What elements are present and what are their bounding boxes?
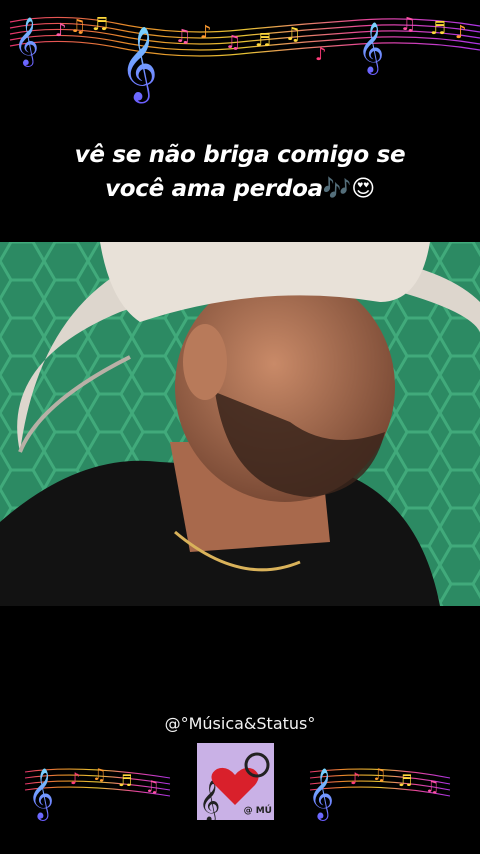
svg-text:♬: ♬ <box>92 14 108 35</box>
svg-text:♪: ♪ <box>70 769 80 788</box>
svg-text:♫: ♫ <box>425 777 439 796</box>
top-music-staff-decoration: 𝄞 𝄞 𝄞 ♪ ♫ ♬ ♫ ♪ ♫ ♬ ♫ ♪ ♫ ♬ ♪ <box>0 0 480 115</box>
svg-text:♫: ♫ <box>285 24 301 45</box>
svg-text:♬: ♬ <box>398 771 412 790</box>
svg-text:♬: ♬ <box>255 30 271 51</box>
treble-clef-icon: 𝄞 <box>358 22 384 75</box>
svg-text:♪: ♪ <box>455 22 467 43</box>
music-heart-eyes-emoji: 🎶😍 <box>322 176 375 202</box>
svg-text:♫: ♫ <box>400 14 416 35</box>
treble-clef-icon: 𝄞 <box>14 16 39 67</box>
svg-text:♫: ♫ <box>175 26 191 47</box>
caption-line-2-text: você ama perdoa <box>105 176 323 202</box>
ear <box>183 324 227 400</box>
svg-text:♪: ♪ <box>200 22 212 43</box>
svg-text:♫: ♫ <box>92 765 106 784</box>
channel-avatar[interactable]: 𝄞 @ MÚ <box>197 743 274 820</box>
music-notes-icon: ♪ ♫ ♬♫ ♪ ♫ ♬ ♫ ♪♫ ♬ ♪ <box>55 14 467 65</box>
treble-clef-icon: 𝄞 <box>308 768 334 821</box>
svg-text:♪: ♪ <box>55 20 67 41</box>
treble-clef-icon: 𝄞 <box>28 768 54 821</box>
svg-text:♫: ♫ <box>225 32 241 53</box>
svg-text:♫: ♫ <box>145 777 159 796</box>
avatar-tag: @ MÚ <box>243 806 272 816</box>
svg-text:♬: ♬ <box>118 771 132 790</box>
svg-text:♪: ♪ <box>315 44 327 65</box>
video-frame[interactable] <box>0 242 480 606</box>
svg-text:♫: ♫ <box>372 765 386 784</box>
svg-text:♪: ♪ <box>350 769 360 788</box>
svg-text:♫: ♫ <box>70 16 86 37</box>
lyrics-caption: vê se não briga comigo se você ama perdo… <box>0 138 480 206</box>
caption-line-2: você ama perdoa🎶😍 <box>0 172 480 206</box>
svg-text:♬: ♬ <box>430 18 446 39</box>
treble-clef-icon: 𝄞 <box>120 27 158 104</box>
channel-handle: @°Música&Status° <box>164 714 316 733</box>
caption-line-1: vê se não briga comigo se <box>74 142 406 168</box>
